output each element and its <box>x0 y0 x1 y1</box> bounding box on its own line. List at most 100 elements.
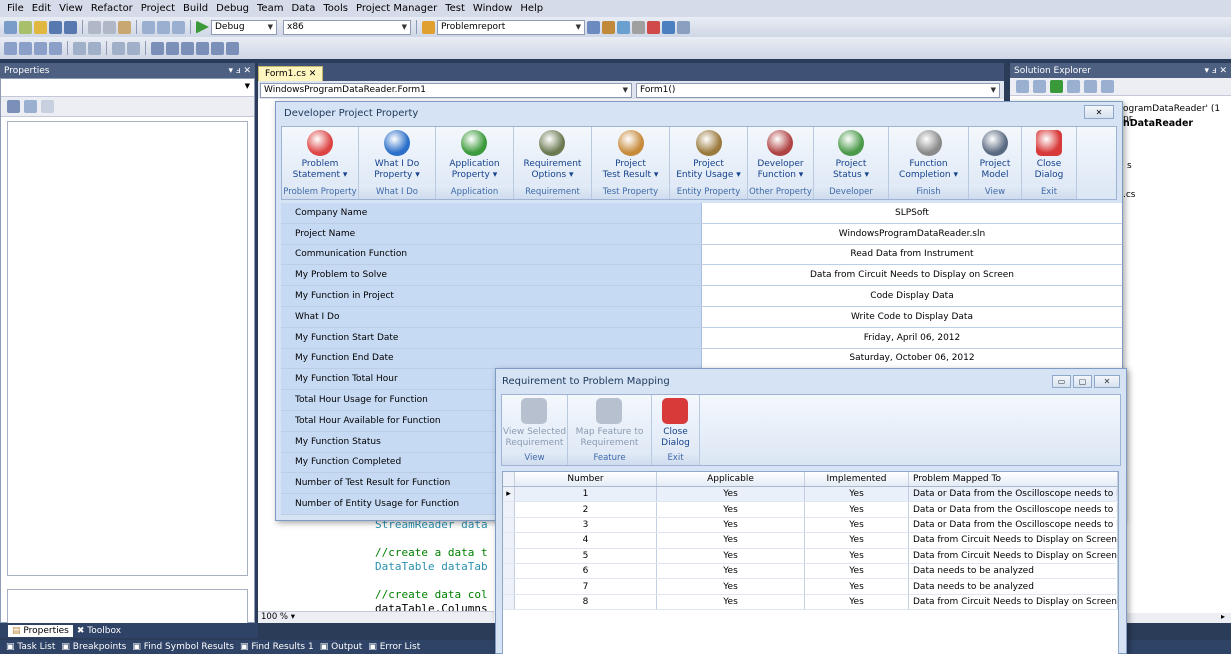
tab-error-list[interactable]: ▣ Error List <box>368 642 420 652</box>
previous-bookmark-icon[interactable] <box>166 41 179 55</box>
solution-explorer-icon[interactable] <box>587 20 600 34</box>
word-completion-icon[interactable] <box>49 41 62 55</box>
scroll-right-icon[interactable]: ▸ <box>1221 612 1225 621</box>
show-all-files-icon[interactable] <box>1033 80 1046 93</box>
menu-item-edit[interactable]: Edit <box>28 3 55 14</box>
menu-item-build[interactable]: Build <box>179 3 212 14</box>
tab-output[interactable]: ▣ Output <box>320 642 363 652</box>
menu-item-help[interactable]: Help <box>516 3 547 14</box>
table-row[interactable]: 7 Yes Yes Data needs to be analyzed <box>503 579 1118 595</box>
file-node[interactable]: s <box>1127 161 1132 171</box>
menu-item-project-manager[interactable]: Project Manager <box>352 3 441 14</box>
view-code-icon[interactable] <box>1067 80 1080 93</box>
type-select[interactable]: WindowsProgramDataReader.Form1 ▼ <box>260 82 632 98</box>
navigate-backward-icon[interactable] <box>172 20 185 34</box>
table-row[interactable]: 2 Yes Yes Data or Data from the Oscilloscop… <box>503 502 1118 518</box>
column-header-problem-mapped-to[interactable]: Problem Mapped To <box>909 472 1118 486</box>
row-header[interactable] <box>503 548 515 563</box>
clear-bookmarks-icon[interactable] <box>226 41 239 55</box>
tab-form1-cs[interactable]: Form1.cs ✕ <box>258 66 324 81</box>
table-row[interactable]: My Problem to Solve Data from Circuit Nee… <box>281 265 1122 287</box>
pin-close-icon[interactable]: ▾ ⅎ ✕ <box>228 66 251 76</box>
table-row[interactable]: What I Do Write Code to Display Data <box>281 306 1122 328</box>
menu-item-data[interactable]: Data <box>287 3 319 14</box>
menu-item-refactor[interactable]: Refactor <box>87 3 137 14</box>
categorized-icon[interactable] <box>7 100 20 113</box>
add-item-icon[interactable] <box>19 20 32 34</box>
copy-icon[interactable] <box>103 20 116 34</box>
row-header[interactable] <box>503 502 515 517</box>
ribbon-button-0[interactable]: View Selected Requirement <box>503 395 566 453</box>
tab-find-results-1[interactable]: ▣ Find Results 1 <box>240 642 314 652</box>
refresh-icon[interactable] <box>1050 80 1063 93</box>
ribbon-button-4[interactable]: Project Test Result ▾ <box>603 127 658 185</box>
increase-indent-icon[interactable] <box>88 41 101 55</box>
solution-platform-select[interactable]: x86 ▼ <box>283 19 411 35</box>
ribbon-button-2[interactable]: Application Property ▾ <box>449 127 500 185</box>
next-bookmark-folder-icon[interactable] <box>211 41 224 55</box>
row-header[interactable]: ▸ <box>503 487 515 502</box>
object-select[interactable]: ▼ <box>1 79 254 97</box>
undo-icon[interactable] <box>142 20 155 34</box>
property-grid[interactable] <box>7 121 248 576</box>
save-icon[interactable] <box>49 20 62 34</box>
ribbon-button-1[interactable]: What I Do Property ▾ <box>374 127 420 185</box>
quick-info-icon[interactable] <box>34 41 47 55</box>
column-header-applicable[interactable]: Applicable <box>657 472 805 486</box>
ribbon-button-1[interactable]: Map Feature to Requirement <box>576 395 643 453</box>
ribbon-button-8[interactable]: Function Completion ▾ <box>899 127 958 185</box>
tab-task-list[interactable]: ▣ Task List <box>6 642 55 652</box>
ribbon-button-6[interactable]: Developer Function ▾ <box>757 127 804 185</box>
menu-item-test[interactable]: Test <box>441 3 469 14</box>
table-row[interactable]: ▸ 1 Yes Yes Data or Data from the Oscillosco… <box>503 487 1118 503</box>
tab-toolbox[interactable]: ✖ Toolbox <box>77 626 121 636</box>
table-row[interactable]: 5 Yes Yes Data from Circuit Needs to Displa… <box>503 548 1118 564</box>
close-window-button[interactable]: ✕ <box>1084 105 1114 119</box>
property-pages-icon[interactable] <box>41 100 54 113</box>
menu-item-view[interactable]: View <box>55 3 87 14</box>
ribbon-button-10[interactable]: Close Dialog <box>1035 127 1063 185</box>
ribbon-button-5[interactable]: Project Entity Usage ▾ <box>676 127 741 185</box>
table-row[interactable]: 3 Yes Yes Data or Data from the Oscilloscop… <box>503 517 1118 534</box>
comment-icon[interactable] <box>112 41 125 55</box>
tab-properties[interactable]: ▤ Properties <box>8 624 73 637</box>
column-header-implemented[interactable]: Implemented <box>805 472 909 486</box>
parameter-info-icon[interactable] <box>19 41 32 55</box>
minimize-button[interactable]: ▭ <box>1052 374 1071 388</box>
table-row[interactable]: My Function End Date Saturday, October 06… <box>281 348 1122 370</box>
close-window-button[interactable]: ✕ <box>1094 374 1120 388</box>
toggle-bookmark-icon[interactable] <box>151 41 164 55</box>
pin-close-icon[interactable]: ▾ ⅎ ✕ <box>1204 66 1227 76</box>
file-node[interactable]: .cs <box>1123 190 1136 200</box>
properties-window-icon[interactable] <box>602 20 615 34</box>
menu-item-team[interactable]: Team <box>253 3 287 14</box>
ribbon-button-7[interactable]: Project Status ▾ <box>833 127 869 185</box>
open-folder-icon[interactable] <box>34 20 47 34</box>
menu-item-debug[interactable]: Debug <box>212 3 253 14</box>
ribbon-button-2[interactable]: Close Dialog <box>661 395 690 453</box>
table-row[interactable]: Company Name SLPSoft <box>281 203 1122 224</box>
close-icon[interactable]: ✕ <box>309 69 317 79</box>
solution-configuration-select[interactable]: Debug ▼ <box>211 19 277 35</box>
decrease-indent-icon[interactable] <box>73 41 86 55</box>
extension-manager-icon[interactable] <box>647 20 660 34</box>
menu-item-file[interactable]: File <box>3 3 28 14</box>
ribbon-button-9[interactable]: Project Model <box>980 127 1010 185</box>
find-in-files-icon[interactable] <box>422 20 435 34</box>
view-designer-icon[interactable] <box>1084 80 1097 93</box>
member-select[interactable]: Form1() ▼ <box>636 82 1000 98</box>
object-browser-icon[interactable] <box>617 20 630 34</box>
find-combo[interactable]: Problemreport ▼ <box>437 19 585 35</box>
display-object-icon[interactable] <box>4 41 17 55</box>
project-node[interactable]: nDataReader <box>1123 118 1193 129</box>
row-header[interactable] <box>503 579 515 594</box>
class-diagram-icon[interactable] <box>1101 80 1114 93</box>
code-text-area[interactable]: StreamReader data //create a data t Data… <box>375 518 488 616</box>
table-row[interactable]: Communication Function Read Data from Ins… <box>281 244 1122 266</box>
table-row[interactable]: Project Name WindowsProgramDataReader.sln <box>281 223 1122 245</box>
table-row[interactable]: My Function in Project Code Display Data <box>281 286 1122 307</box>
command-window-icon[interactable] <box>677 20 690 34</box>
table-row[interactable]: 4 Yes Yes Data from Circuit Needs to Displa… <box>503 533 1118 549</box>
ribbon-button-0[interactable]: Problem Statement ▾ <box>293 127 347 185</box>
redo-icon[interactable] <box>157 20 170 34</box>
